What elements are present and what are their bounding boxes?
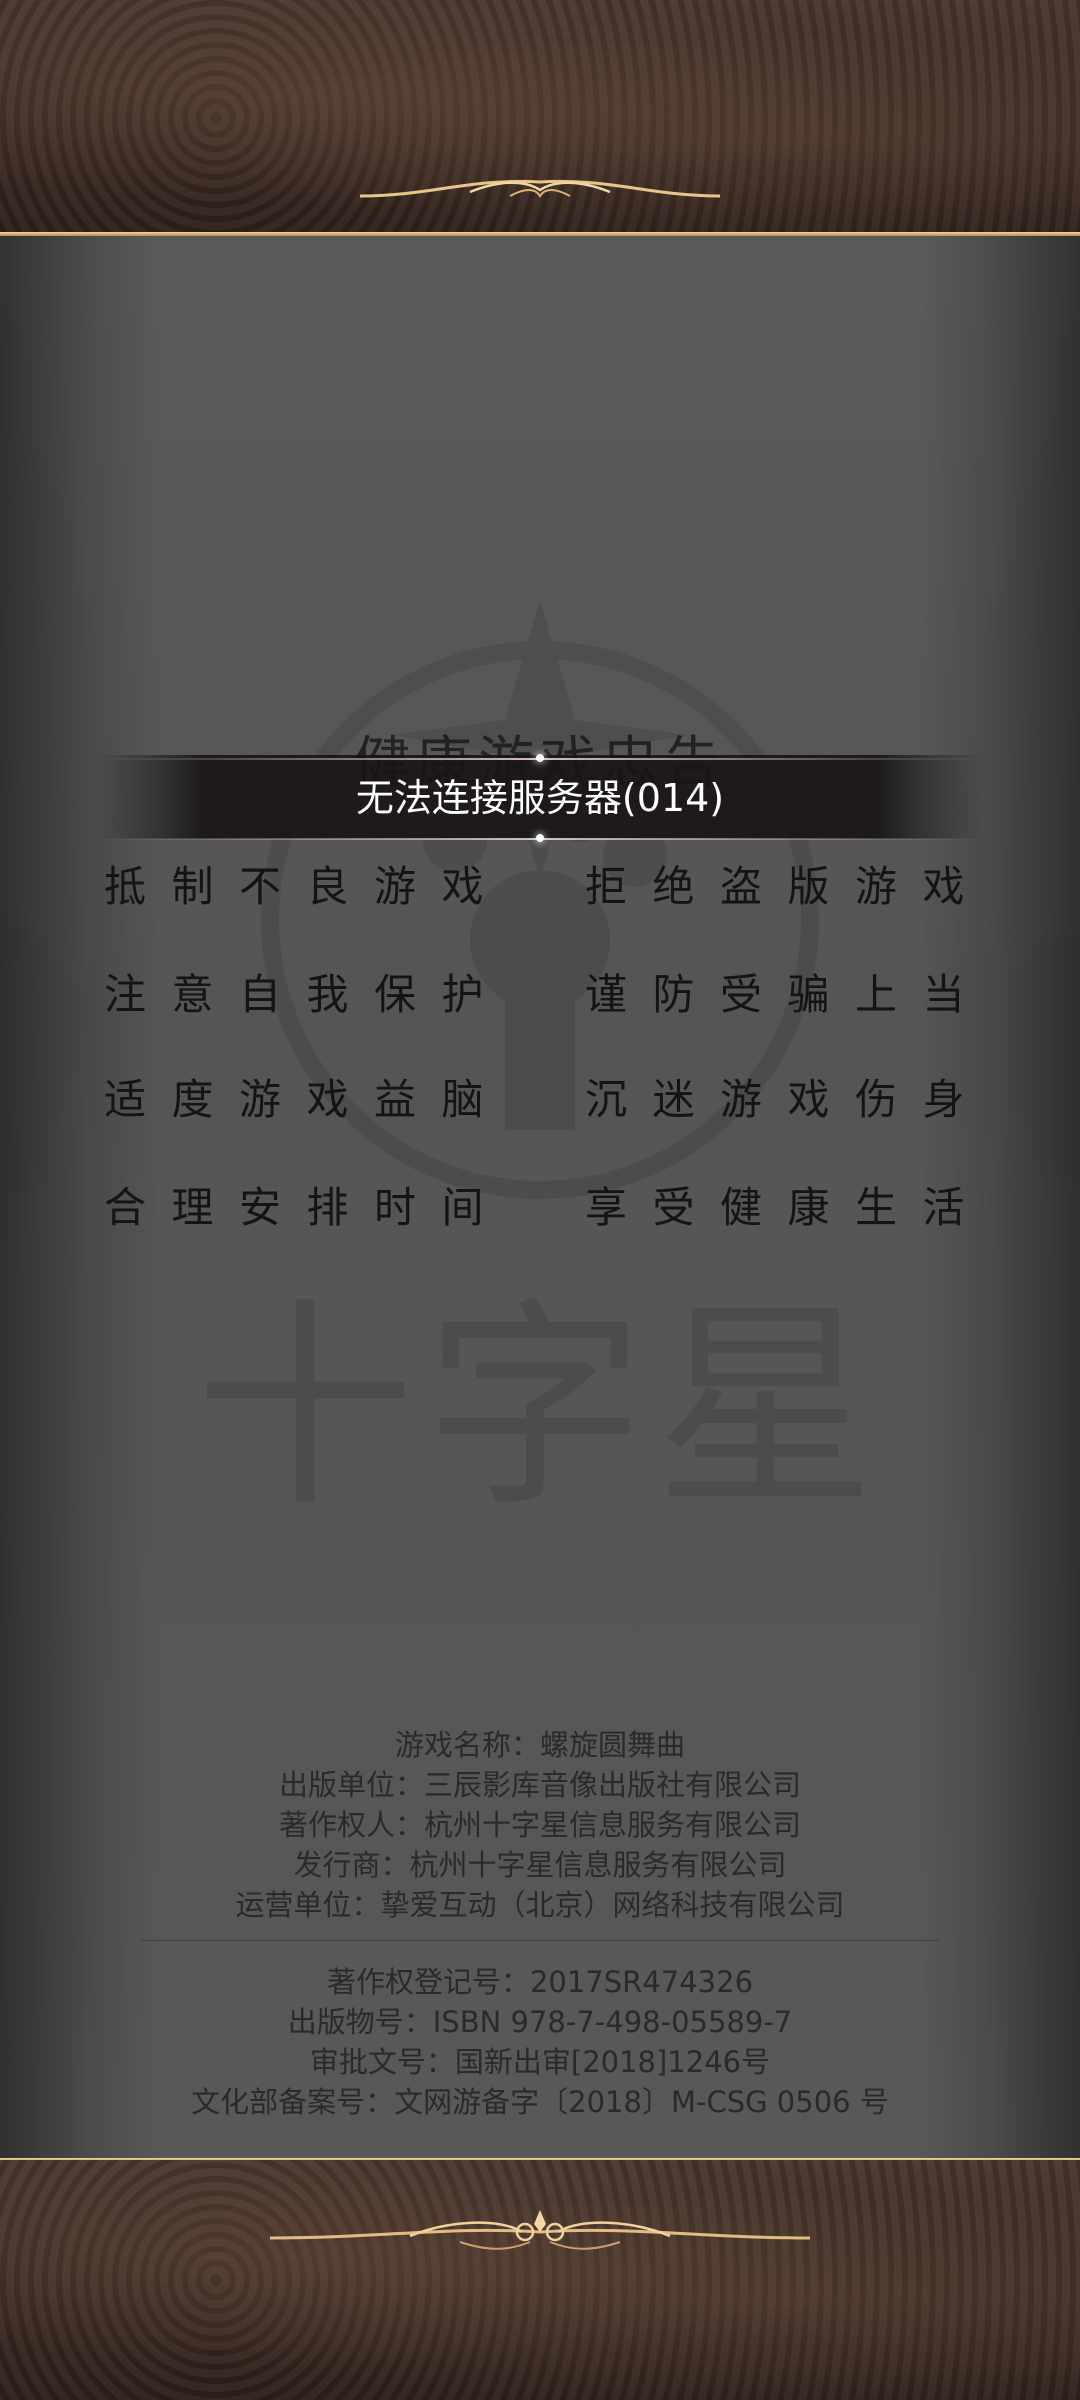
credit-publisher: 出版单位：三辰影库音像出版社有限公司 bbox=[278, 1768, 801, 1802]
notice-left-phrase: 抵制不良游戏 bbox=[104, 862, 510, 911]
credit-isbn: 出版物号：ISBN 978-7-498-05589-7 bbox=[287, 2005, 793, 2039]
notice-right-phrase: 享受健康生活 bbox=[585, 1183, 991, 1232]
credits-divider bbox=[140, 1940, 940, 1941]
bottom-flourish-ornament bbox=[269, 2210, 811, 2250]
credit-copyright-owner: 著作权人：杭州十字星信息服务有限公司 bbox=[278, 1808, 801, 1842]
top-decorative-band bbox=[0, 0, 1080, 236]
error-toast-bottom-dot bbox=[536, 834, 544, 842]
credit-operator: 运营单位：挚爱互动（北京）网络科技有限公司 bbox=[235, 1888, 845, 1922]
publisher-credits: 游戏名称：螺旋圆舞曲 出版单位：三辰影库音像出版社有限公司 著作权人：杭州十字星… bbox=[0, 1725, 1080, 1925]
notice-right-phrase: 拒绝盗版游戏 bbox=[585, 862, 991, 911]
watermark-brand-text: 十字星 bbox=[194, 1280, 885, 1536]
registration-credits: 著作权登记号：2017SR474326 出版物号：ISBN 978-7-498-… bbox=[0, 1962, 1080, 2122]
notice-right-phrase: 谨防受骗上当 bbox=[585, 970, 991, 1019]
credit-distributor: 发行商：杭州十字星信息服务有限公司 bbox=[293, 1848, 787, 1882]
credit-culture-filing: 文化部备案号：文网游备字〔2018〕M-CSG 0506 号 bbox=[191, 2085, 889, 2119]
credit-copyright-reg: 著作权登记号：2017SR474326 bbox=[326, 1965, 754, 1999]
credit-game-name: 游戏名称：螺旋圆舞曲 bbox=[394, 1728, 685, 1762]
error-toast-top-dot bbox=[536, 754, 544, 762]
credit-approval: 审批文号：国新出审[2018]1246号 bbox=[309, 2045, 771, 2079]
notice-right-phrase: 沉迷游戏伤身 bbox=[585, 1075, 991, 1124]
top-flourish-ornament bbox=[359, 179, 721, 198]
error-message: 无法连接服务器(014) bbox=[355, 776, 725, 820]
notice-left-phrase: 注意自我保护 bbox=[104, 970, 510, 1019]
notice-left-phrase: 适度游戏益脑 bbox=[104, 1075, 510, 1124]
bottom-decorative-band bbox=[0, 2160, 1080, 2400]
notice-left-phrase: 合理安排时间 bbox=[104, 1183, 510, 1232]
